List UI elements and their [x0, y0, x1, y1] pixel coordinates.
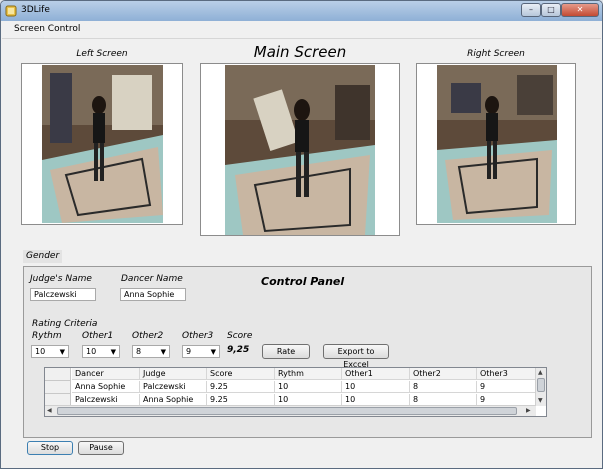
right-screen-label: Right Screen — [467, 49, 525, 59]
column-header-dancer[interactable]: Dancer — [72, 368, 140, 380]
other3-select-value: 9 — [186, 347, 192, 356]
score-label: Score — [227, 331, 253, 341]
pause-button[interactable]: Pause — [78, 441, 124, 455]
other2-select[interactable]: 8 ▼ — [132, 345, 170, 358]
scroll-down-icon[interactable]: ▼ — [538, 397, 543, 404]
grid-corner — [45, 368, 71, 381]
judge-name-input[interactable]: Palczewski — [30, 288, 96, 301]
title-bar[interactable]: 3DLife – □ ✕ — [1, 1, 602, 21]
scroll-right-icon[interactable]: ▶ — [526, 407, 531, 414]
row-header[interactable] — [45, 381, 71, 394]
maximize-button[interactable]: □ — [541, 3, 561, 17]
main-screen-video — [225, 65, 375, 235]
other1-select[interactable]: 10 ▼ — [82, 345, 120, 358]
scroll-up-icon[interactable]: ▲ — [538, 369, 543, 376]
dancer-name-input[interactable]: Anna Sophie — [120, 288, 186, 301]
other2-select-value: 8 — [136, 347, 142, 356]
cell-score[interactable]: 9.25 — [207, 381, 275, 393]
other2-label: Other2 — [132, 331, 164, 341]
main-screen-label: Main Screen — [253, 43, 347, 61]
judge-name-label: Judge's Name — [30, 274, 92, 284]
window-title: 3DLife — [21, 5, 50, 15]
rating-criteria-label: Rating Criteria — [32, 319, 98, 329]
other1-select-value: 10 — [86, 347, 97, 356]
cell-dancer[interactable]: Anna Sophie — [72, 381, 140, 393]
cell-rythm[interactable]: 10 — [275, 381, 342, 393]
left-screen-frame — [21, 63, 183, 225]
chevron-down-icon: ▼ — [59, 348, 65, 356]
close-button[interactable]: ✕ — [561, 3, 599, 17]
column-header-judge[interactable]: Judge — [140, 368, 207, 380]
cell-judge[interactable]: Palczewski — [140, 381, 207, 393]
cell-other2[interactable]: 8 — [410, 381, 477, 393]
vertical-scroll-thumb[interactable] — [537, 378, 545, 392]
app-window: 3DLife – □ ✕ Screen Control Left Screen — [0, 0, 603, 469]
left-screen-video — [42, 65, 163, 223]
column-header-other2[interactable]: Other2 — [410, 368, 477, 380]
gender-label[interactable]: Gender — [23, 250, 63, 263]
main-screen-frame — [200, 63, 400, 236]
export-excel-button[interactable]: Export to Exccel — [323, 344, 389, 369]
results-grid[interactable]: Dancer Judge Score Rythm Other1 Other2 O… — [44, 367, 547, 417]
cell-other1[interactable]: 10 — [342, 381, 410, 393]
cell-other3[interactable]: 9 — [477, 381, 537, 393]
chevron-down-icon: ▼ — [110, 348, 116, 356]
rythm-select-value: 10 — [35, 347, 46, 356]
dancer-name-label: Dancer Name — [121, 274, 183, 284]
stop-button[interactable]: Stop — [27, 441, 73, 455]
right-screen-frame — [416, 63, 576, 225]
other3-label: Other3 — [182, 331, 214, 341]
control-panel: Judge's Name Palczewski Dancer Name Anna… — [23, 266, 592, 438]
right-screen-video — [437, 65, 557, 223]
horizontal-scroll-thumb[interactable] — [57, 407, 517, 415]
scroll-left-icon[interactable]: ◀ — [47, 407, 52, 414]
column-header-other3[interactable]: Other3 — [477, 368, 537, 380]
rate-button[interactable]: Rate — [262, 344, 310, 359]
column-header-score[interactable]: Score — [207, 368, 275, 380]
chevron-down-icon: ▼ — [210, 348, 216, 356]
control-panel-title: Control Panel — [261, 275, 345, 288]
column-header-other1[interactable]: Other1 — [342, 368, 410, 380]
menu-bar: Screen Control — [2, 21, 601, 39]
grid-horizontal-scrollbar[interactable]: ◀ ▶ — [45, 405, 536, 416]
menu-screen-control[interactable]: Screen Control — [14, 24, 80, 34]
minimize-button[interactable]: – — [521, 3, 541, 17]
rythm-label: Rythm — [32, 331, 62, 341]
other1-label: Other1 — [82, 331, 114, 341]
left-screen-label: Left Screen — [76, 49, 128, 59]
other3-select[interactable]: 9 ▼ — [182, 345, 220, 358]
column-header-rythm[interactable]: Rythm — [275, 368, 342, 380]
rythm-select[interactable]: 10 ▼ — [31, 345, 69, 358]
chevron-down-icon: ▼ — [160, 348, 166, 356]
grid-vertical-scrollbar[interactable]: ▲ ▼ — [535, 368, 546, 406]
score-value: 9,25 — [227, 345, 250, 355]
app-icon — [5, 5, 17, 17]
